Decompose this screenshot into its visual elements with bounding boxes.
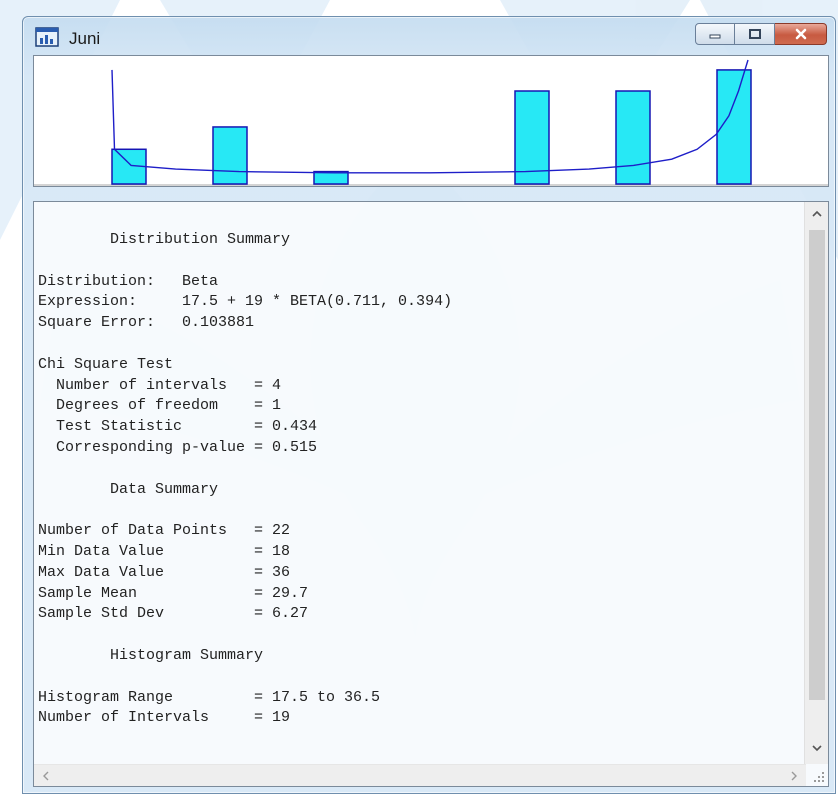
report-line: Data Summary bbox=[38, 480, 219, 498]
report-line: Distribution Summary bbox=[38, 231, 291, 248]
vertical-scrollbar[interactable] bbox=[804, 202, 828, 764]
caption-buttons bbox=[695, 23, 827, 47]
distribution-window: Juni Distribution Summary Distribution: B… bbox=[22, 16, 836, 794]
title-bar[interactable]: Juni bbox=[23, 17, 835, 53]
chevron-left-icon[interactable] bbox=[40, 770, 52, 782]
resize-grip-icon[interactable] bbox=[808, 766, 826, 784]
chevron-right-icon[interactable] bbox=[788, 770, 800, 782]
report-line: Chi Square Test bbox=[38, 355, 174, 373]
horizontal-scrollbar[interactable] bbox=[34, 764, 806, 786]
report-line: Number of Intervals = 19 bbox=[38, 709, 291, 727]
report-line: Sample Std Dev = 6.27 bbox=[38, 605, 309, 623]
report-line: Distribution: Beta bbox=[38, 272, 219, 290]
maximize-button[interactable] bbox=[735, 23, 775, 45]
histogram-bar bbox=[212, 126, 248, 185]
report-line: Square Error: 0.103881 bbox=[38, 314, 255, 332]
maximize-icon bbox=[748, 29, 761, 39]
vertical-scroll-thumb[interactable] bbox=[809, 230, 825, 700]
report-line: Max Data Value = 36 bbox=[38, 563, 291, 581]
close-icon bbox=[795, 28, 806, 40]
close-button[interactable] bbox=[775, 23, 827, 45]
app-chart-icon bbox=[35, 27, 59, 47]
report-line: Histogram Range = 17.5 to 36.5 bbox=[38, 688, 381, 706]
report-line: Histogram Summary bbox=[38, 647, 264, 664]
histogram-chart bbox=[33, 55, 829, 187]
report-line: Sample Mean = 29.7 bbox=[38, 584, 309, 602]
report-line: Min Data Value = 18 bbox=[38, 543, 291, 560]
report-line: Test Statistic = 0.434 bbox=[38, 418, 318, 436]
fitted-beta-curve bbox=[111, 59, 749, 174]
histogram-bar bbox=[615, 90, 651, 185]
histogram-svg bbox=[34, 59, 828, 186]
report-line: Expression: 17.5 + 19 * BETA(0.711, 0.39… bbox=[38, 293, 453, 311]
distribution-report: Distribution Summary Distribution: Beta Ex… bbox=[38, 202, 802, 762]
minimize-button[interactable] bbox=[695, 23, 735, 45]
report-pane[interactable]: Distribution Summary Distribution: Beta Ex… bbox=[33, 201, 829, 787]
chevron-down-icon[interactable] bbox=[811, 742, 823, 754]
report-line: Corresponding p-value = 0.515 bbox=[38, 439, 318, 456]
window-title: Juni bbox=[69, 29, 101, 48]
report-line: Number of Data Points = 22 bbox=[38, 522, 291, 540]
chevron-up-icon[interactable] bbox=[811, 208, 823, 220]
minimize-icon bbox=[709, 34, 721, 39]
report-line: Degrees of freedom = 1 bbox=[38, 397, 282, 415]
report-line: Number of intervals = 4 bbox=[38, 376, 282, 394]
histogram-bar bbox=[514, 90, 550, 185]
